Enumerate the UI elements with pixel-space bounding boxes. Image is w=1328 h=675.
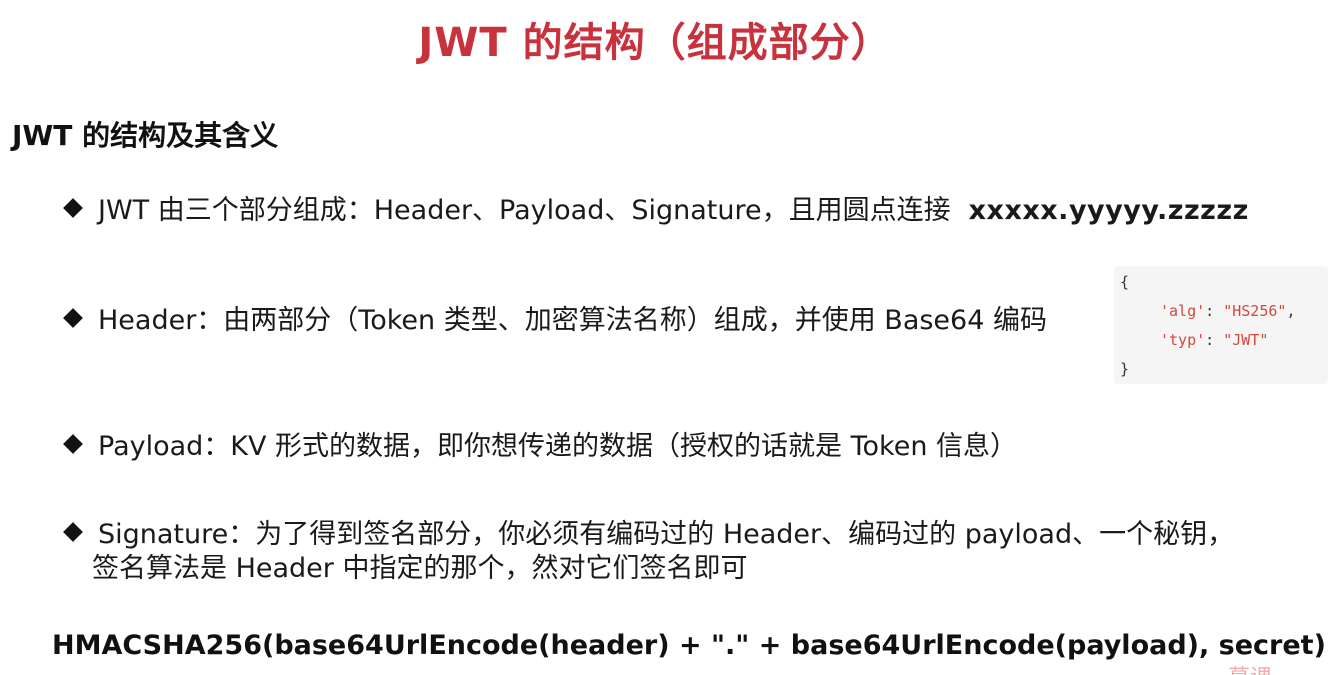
bullet-header-text: Header：由两部分（Token 类型、加密算法名称）组成，并使用 Base6… [98, 305, 1047, 336]
signature-formula: HMACSHA256(base64UrlEncode(header) + "."… [52, 630, 1326, 661]
bullet-payload-text: Payload：KV 形式的数据，即你想传递的数据（授权的话就是 Token 信… [98, 431, 1018, 462]
diamond-bullet-icon [63, 522, 83, 542]
bullet-signature: Signature：为了得到签名部分，你必须有编码过的 Header、编码过的 … [62, 518, 1234, 552]
code-typ-key: 'typ' [1160, 331, 1206, 349]
bullet-signature-text: Signature：为了得到签名部分，你必须有编码过的 Header、编码过的 … [98, 519, 1235, 550]
code-alg-key: 'alg' [1160, 302, 1206, 320]
section-heading: JWT 的结构及其含义 [12, 119, 279, 152]
bullet-header: Header：由两部分（Token 类型、加密算法名称）组成，并使用 Base6… [62, 304, 1047, 338]
slide-title: JWT 的结构（组成部分） [418, 20, 892, 66]
code-alg-line: 'alg': "HS256", [1160, 302, 1296, 320]
code-alg-value: "HS256" [1223, 302, 1287, 320]
code-open-brace: { [1120, 273, 1130, 291]
diamond-bullet-icon [63, 308, 83, 328]
code-typ-value: "JWT" [1223, 331, 1269, 349]
bullet-signature-continued: 签名算法是 Header 中指定的那个，然对它们签名即可 [92, 553, 748, 584]
bullet-structure: JWT 由三个部分组成：Header、Payload、Signature，且用圆… [62, 194, 1249, 228]
watermark-logo: 慕课 [1228, 660, 1272, 675]
code-close-brace: } [1120, 360, 1130, 378]
bullet-payload: Payload：KV 形式的数据，即你想传递的数据（授权的话就是 Token 信… [62, 430, 1017, 464]
header-code-example: { 'alg': "HS256", 'typ': "JWT" } [1114, 266, 1328, 384]
diamond-bullet-icon [63, 434, 83, 454]
bullet-structure-text: JWT 由三个部分组成：Header、Payload、Signature，且用圆… [98, 195, 951, 226]
jwt-format-example: xxxxx.yyyyy.zzzzz [968, 195, 1249, 226]
diamond-bullet-icon [63, 198, 83, 218]
code-typ-line: 'typ': "JWT" [1160, 331, 1269, 349]
slide: JWT 的结构（组成部分） JWT 的结构及其含义 JWT 由三个部分组成：He… [0, 0, 1328, 675]
